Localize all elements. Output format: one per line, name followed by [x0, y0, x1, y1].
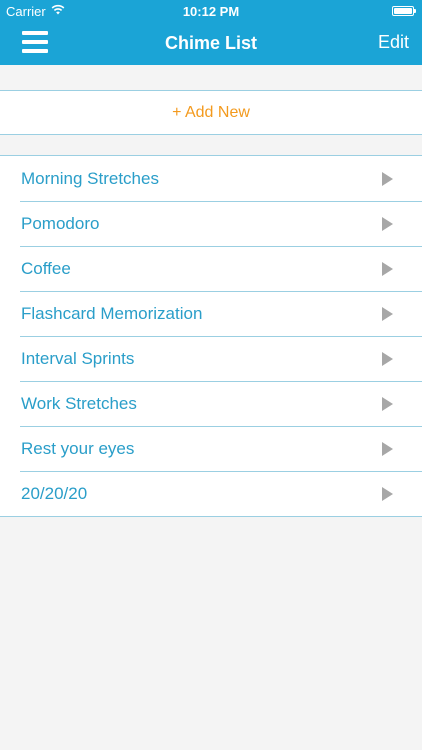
top-bar: Carrier 10:12 PM Chime List Edit — [0, 0, 422, 65]
chevron-right-icon — [382, 172, 393, 186]
chime-item-label: Flashcard Memorization — [21, 304, 203, 323]
chime-list-item[interactable]: Pomodoro — [0, 201, 422, 246]
edit-button[interactable]: Edit — [378, 32, 409, 53]
page-title: Chime List — [164, 33, 257, 53]
chime-list-item[interactable]: Coffee — [0, 246, 422, 291]
add-new-button[interactable]: + Add New — [0, 90, 422, 135]
chime-item-label: 20/20/20 — [21, 484, 88, 503]
battery-icon — [392, 6, 416, 16]
chime-list-item[interactable]: 20/20/20 — [0, 471, 422, 516]
navigation-bar: Chime List Edit — [0, 22, 422, 65]
chime-item-label: Morning Stretches — [21, 169, 159, 188]
chime-item-label: Interval Sprints — [21, 349, 135, 368]
chime-item-label: Pomodoro — [21, 214, 100, 233]
chime-item-label: Rest your eyes — [21, 439, 135, 458]
clock-time: 10:12 PM — [182, 4, 240, 19]
chevron-right-icon — [382, 217, 393, 231]
chevron-right-icon — [382, 397, 393, 411]
status-bar: Carrier 10:12 PM — [0, 0, 422, 22]
add-new-label: + Add New — [172, 103, 250, 121]
chime-item-label: Coffee — [21, 259, 71, 278]
chime-list-item[interactable]: Rest your eyes — [0, 426, 422, 471]
chevron-right-icon — [382, 262, 393, 276]
chime-list-item[interactable]: Flashcard Memorization — [0, 291, 422, 336]
chevron-right-icon — [382, 352, 393, 366]
chime-list: Morning Stretches Pomodoro Coffee Flashcard… — [0, 155, 422, 517]
chime-list-item[interactable]: Interval Sprints — [0, 336, 422, 381]
chevron-right-icon — [382, 307, 393, 321]
chevron-right-icon — [382, 442, 393, 456]
chime-item-label: Work Stretches — [21, 394, 137, 413]
chime-list-item[interactable]: Work Stretches — [0, 381, 422, 426]
chevron-right-icon — [382, 487, 393, 501]
chime-list-item[interactable]: Morning Stretches — [0, 156, 422, 201]
